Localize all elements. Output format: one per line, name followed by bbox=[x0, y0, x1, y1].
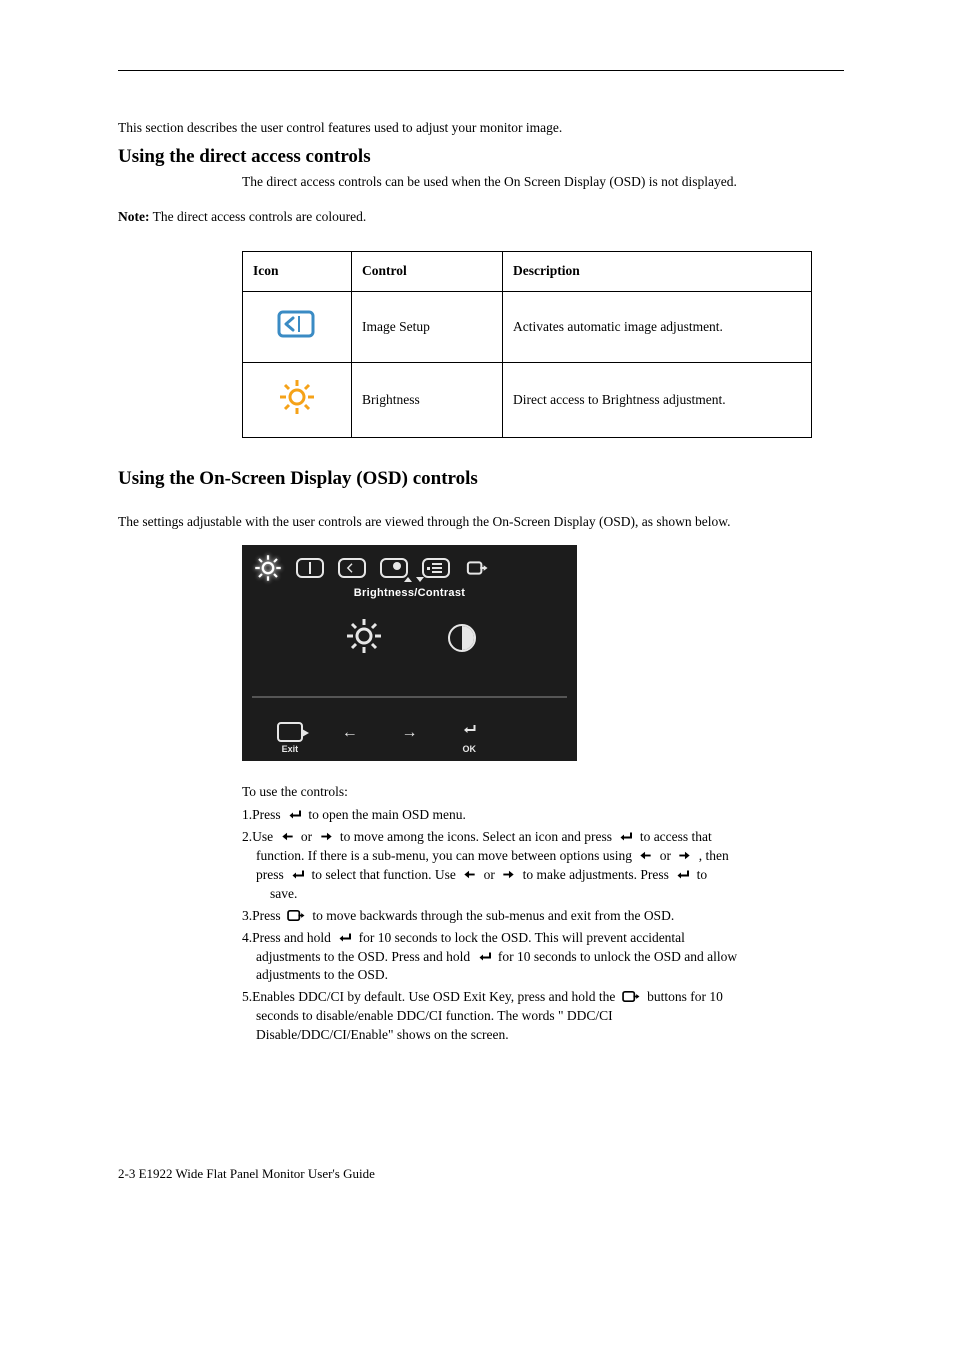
table-row: Image Setup Activates automatic image ad… bbox=[243, 292, 812, 363]
osd-title: Brightness/Contrast bbox=[242, 586, 577, 601]
row1-control: Brightness bbox=[352, 363, 503, 438]
step-2: 2.Use or to move among the icons. Select… bbox=[242, 828, 844, 904]
note-label: Note: bbox=[118, 209, 149, 224]
left-arrow-icon bbox=[461, 867, 478, 882]
intro-text: This section describes the user control … bbox=[118, 119, 844, 138]
right-arrow-icon bbox=[500, 867, 517, 882]
th-control: Control bbox=[352, 252, 503, 292]
step-1: 1.Press to open the main OSD menu. bbox=[242, 806, 844, 825]
brightness-icon bbox=[243, 363, 352, 438]
table-header-row: Icon Control Description bbox=[243, 252, 812, 292]
section1-lead: The direct access controls can be used w… bbox=[242, 173, 844, 192]
osd-panel: Brightness/Contrast Exit ← → OK bbox=[242, 545, 577, 761]
page-footer: 2-3 E1922 Wide Flat Panel Monitor User's… bbox=[118, 1165, 844, 1183]
step-5: 5.Enables DDC/CI by default. Use OSD Exi… bbox=[242, 988, 844, 1045]
left-arrow-icon bbox=[279, 829, 296, 844]
image-setup-icon bbox=[243, 292, 352, 363]
osd-brightness-icon bbox=[252, 555, 284, 581]
step-3: 3.Press to move backwards through the su… bbox=[242, 907, 844, 926]
enter-icon bbox=[476, 949, 493, 964]
osd-mid-icons bbox=[242, 616, 577, 656]
direct-access-table: Icon Control Description Image Setup Act… bbox=[242, 251, 812, 438]
steps-list: 1.Press to open the main OSD menu. 2.Use… bbox=[242, 806, 844, 1045]
osd-bottom-row: Exit ← → OK bbox=[242, 722, 577, 756]
page-header-rule bbox=[118, 70, 844, 71]
right-arrow-icon bbox=[676, 848, 693, 863]
osd-exit-icon bbox=[462, 555, 494, 581]
note: Note: The direct access controls are col… bbox=[118, 208, 844, 227]
osd-top-icons bbox=[242, 545, 577, 581]
left-arrow-icon bbox=[637, 848, 654, 863]
osd-position-icon bbox=[294, 555, 326, 581]
exit-icon bbox=[286, 908, 307, 923]
osd-options-icon bbox=[420, 555, 452, 581]
th-icon: Icon bbox=[243, 252, 352, 292]
section2-title: Using the On-Screen Display (OSD) contro… bbox=[118, 466, 844, 493]
osd-contrast-icon bbox=[448, 624, 476, 652]
osd-brightness-large-icon bbox=[344, 616, 384, 656]
osd-ok-button: OK bbox=[439, 722, 499, 755]
enter-icon bbox=[286, 807, 303, 822]
osd-left-button: ← bbox=[320, 722, 380, 744]
row1-desc: Direct access to Brightness adjustment. bbox=[503, 363, 812, 438]
enter-icon bbox=[336, 930, 353, 945]
enter-icon bbox=[674, 867, 691, 882]
right-arrow-icon bbox=[318, 829, 335, 844]
osd-divider bbox=[252, 696, 567, 698]
exit-icon bbox=[621, 989, 642, 1004]
osd-right-button: → bbox=[380, 722, 440, 744]
section1-title: Using the direct access controls bbox=[118, 144, 844, 171]
steps-intro: To use the controls: bbox=[242, 783, 844, 802]
note-text: The direct access controls are coloured. bbox=[149, 209, 366, 224]
enter-icon bbox=[289, 867, 306, 882]
enter-icon bbox=[617, 829, 634, 844]
row0-desc: Activates automatic image adjustment. bbox=[503, 292, 812, 363]
section2-lead: The settings adjustable with the user co… bbox=[118, 513, 844, 532]
row0-control: Image Setup bbox=[352, 292, 503, 363]
osd-exit-button: Exit bbox=[260, 722, 320, 756]
osd-imagesetup-icon bbox=[336, 555, 368, 581]
table-row: Brightness Direct access to Brightness a… bbox=[243, 363, 812, 438]
th-description: Description bbox=[503, 252, 812, 292]
step-4: 4.Press and hold for 10 seconds to lock … bbox=[242, 929, 844, 986]
